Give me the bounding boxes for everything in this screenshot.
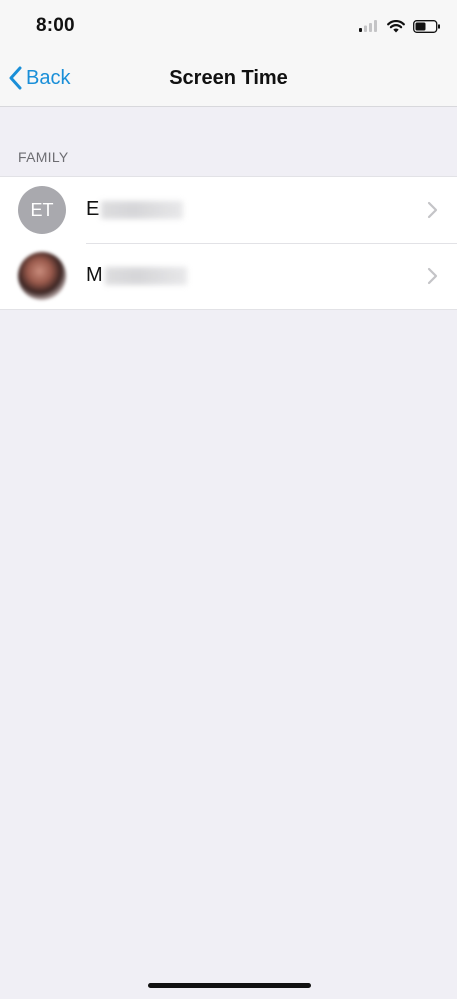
battery-icon (413, 19, 440, 33)
avatar-photo (18, 252, 66, 300)
family-list: ET E M (0, 176, 457, 310)
status-time: 8:00 (36, 15, 75, 36)
home-indicator[interactable] (148, 983, 311, 988)
screen: 8:00 Back Screen Time FAMILY ET E M (0, 0, 457, 999)
family-member-row[interactable]: M (0, 243, 457, 309)
member-name: M (86, 264, 187, 287)
navigation-bar: Back Screen Time (0, 50, 457, 107)
wifi-icon (387, 19, 405, 32)
redacted-name (104, 266, 187, 285)
member-name-initial: M (86, 264, 103, 286)
section-header-family: FAMILY (18, 149, 69, 165)
status-bar: 8:00 (0, 0, 457, 50)
member-name-initial: E (86, 198, 100, 220)
cellular-signal-icon (359, 20, 377, 32)
redacted-name (101, 200, 184, 219)
status-icons (359, 16, 441, 36)
family-member-row[interactable]: ET E (0, 177, 457, 243)
member-name: E (86, 198, 184, 221)
page-title: Screen Time (169, 67, 288, 89)
chevron-right-icon (427, 267, 438, 285)
chevron-right-icon (427, 201, 438, 219)
avatar: ET (18, 186, 66, 234)
